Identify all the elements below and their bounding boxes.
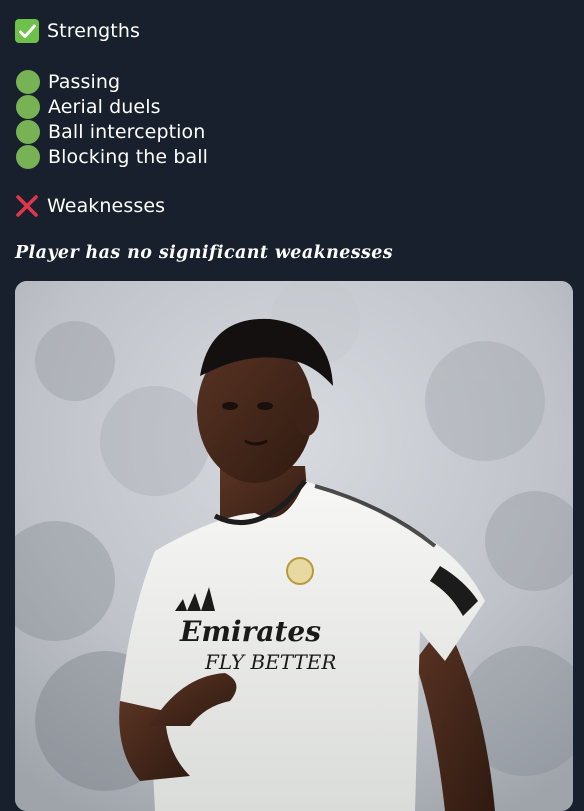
player-photo[interactable]: Emirates FLY BETTER — [15, 281, 573, 811]
list-item: Aerial duels — [16, 94, 208, 119]
list-item: Blocking the ball — [16, 144, 208, 169]
green-circle-icon — [16, 69, 40, 94]
list-item: Passing — [16, 69, 208, 94]
strength-label: Blocking the ball — [48, 145, 208, 168]
list-item: Ball interception — [16, 119, 208, 144]
cross-mark-icon — [15, 194, 39, 218]
green-circle-icon — [16, 119, 40, 144]
sponsor-slogan: FLY BETTER — [204, 650, 336, 674]
strengths-list: Passing Aerial duels Ball interception B… — [16, 69, 208, 169]
strength-label: Ball interception — [48, 120, 206, 143]
green-circle-icon — [16, 94, 40, 119]
strengths-title: Strengths — [47, 20, 140, 42]
weaknesses-header: Weaknesses — [15, 194, 165, 218]
player-photo-illustration: Emirates FLY BETTER — [15, 281, 573, 811]
green-circle-icon — [16, 144, 40, 169]
sponsor-text: Emirates — [179, 615, 321, 648]
strength-label: Passing — [48, 70, 121, 93]
check-mark-button-icon — [15, 19, 39, 43]
no-weaknesses-note: Player has no significant weaknesses — [15, 243, 394, 263]
strength-label: Aerial duels — [48, 95, 161, 118]
weaknesses-title: Weaknesses — [47, 195, 166, 217]
strengths-header: Strengths — [15, 19, 140, 43]
